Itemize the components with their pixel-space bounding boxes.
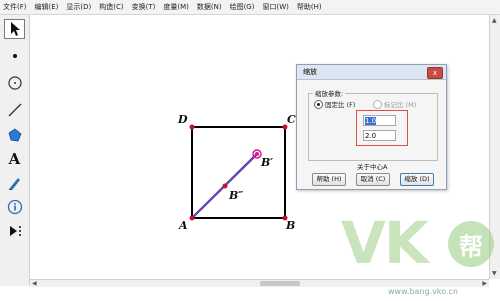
denominator-value: 2.0 — [365, 132, 377, 140]
cancel-button[interactable]: 取消 (C) — [356, 173, 390, 186]
close-icon: x — [432, 69, 438, 77]
radio-unselected-icon — [373, 99, 382, 109]
watermark-logo-char: 帮 — [459, 232, 483, 261]
label-b-prime: B′ — [261, 156, 274, 169]
label-c: C — [287, 113, 296, 126]
watermark-logo: VK — [341, 209, 429, 277]
horizontal-scroll-thumb[interactable] — [260, 281, 300, 286]
dilate-button[interactable]: 缩放 (D) — [400, 173, 434, 186]
scroll-up-icon[interactable]: ▲ — [492, 17, 497, 24]
help-button[interactable]: 帮助 (H) — [312, 173, 346, 186]
watermark-url: www.bang.vko.cn — [388, 287, 458, 296]
radio-fixed-label: 固定比 (F) — [325, 101, 356, 109]
scale-params-group: 缩放参数: 固定比 (F) 标记比 (M) 1.0 2.0 — [308, 88, 438, 161]
scale-params-label: 缩放参数: — [313, 88, 346, 98]
label-b: B — [286, 219, 296, 232]
label-a: A — [179, 219, 188, 232]
point-a — [189, 215, 195, 221]
point-b-prime — [255, 152, 259, 156]
numerator-value: 1.0 — [365, 117, 377, 125]
point-b-double-prime — [222, 183, 228, 189]
ratio-fields-highlight: 1.0 2.0 — [356, 110, 408, 146]
radio-marked-ratio[interactable]: 标记比 (M) — [373, 99, 416, 109]
label-d: D — [178, 113, 188, 126]
scroll-down-icon[interactable]: ▼ — [492, 270, 497, 277]
dilate-dialog: 缩放 x 缩放参数: 固定比 (F) 标记比 (M) 1.0 2.0 关于中心A… — [296, 64, 447, 190]
radio-selected-icon — [314, 99, 323, 109]
numerator-field[interactable]: 1.0 — [363, 115, 396, 126]
radio-fixed-ratio[interactable]: 固定比 (F) — [314, 99, 355, 109]
label-b-double-prime: B″ — [229, 189, 244, 202]
dialog-titlebar[interactable]: 缩放 x — [297, 65, 446, 80]
close-button[interactable]: x — [427, 67, 443, 79]
radio-marked-label: 标记比 (M) — [384, 101, 417, 109]
point-d — [189, 124, 195, 130]
center-label: 关于中心A — [357, 163, 388, 171]
watermark-logo-badge: 帮 — [448, 221, 494, 267]
denominator-field[interactable]: 2.0 — [363, 130, 396, 141]
dialog-title: 缩放 — [303, 68, 317, 76]
